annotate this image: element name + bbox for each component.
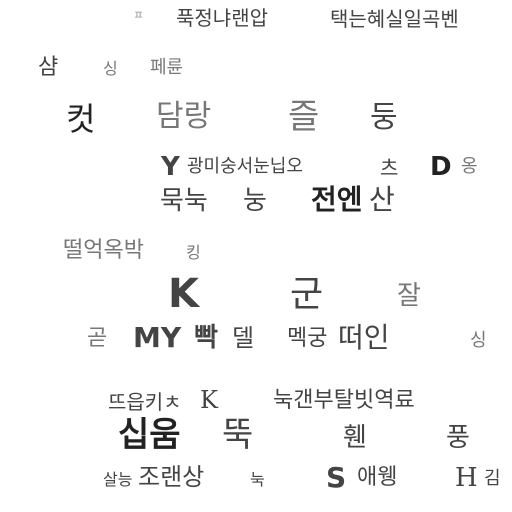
text-token: MY [133, 321, 182, 354]
text-token: ㅍ [133, 8, 145, 22]
text-token: 옹 [461, 156, 478, 177]
text-token: 츠 [380, 156, 399, 180]
text-token: 페륜 [150, 57, 184, 78]
text-token: 떨억옥박 [63, 238, 144, 263]
text-token: D [430, 152, 452, 182]
text-token: 뜨읍키ㅊ [108, 390, 182, 414]
text-token: 잘 [397, 281, 421, 311]
text-token: 싱 [470, 330, 487, 351]
text-token: 곧 [87, 326, 108, 351]
text-token: 김 [484, 468, 501, 489]
text-token: 눅갠부탈빗역료 [273, 388, 415, 413]
text-token: 눅 [250, 470, 265, 489]
text-token: 멕궁 [287, 326, 328, 351]
text-token: 킹 [186, 243, 201, 262]
text-token: 풍 [446, 423, 470, 453]
text-token: 뚝 [222, 415, 254, 455]
text-token: 택는혜실일곡벤 [330, 7, 459, 31]
text-token: 떠인 [338, 321, 390, 354]
text-token: K [200, 386, 218, 414]
text-token: 산 [369, 183, 395, 216]
text-canvas: ㅍ 푹정냐랜압 택는혜실일곡벤 샴 싱 페륜 컷 담랑 즐 둥 Y 광미숭서눈닙… [0, 0, 512, 512]
text-token: 광미숭서눈닙오 [187, 156, 303, 177]
text-token: 싱 [103, 59, 118, 78]
text-token: 델 [232, 324, 255, 352]
text-token: 즐 [288, 97, 320, 137]
text-token: 휀 [343, 423, 367, 453]
text-token: 살능 [103, 470, 133, 489]
text-token: 샴 [38, 55, 59, 80]
text-token: K [168, 271, 199, 317]
text-token: 전엔 [311, 183, 363, 216]
text-token: 군 [290, 274, 324, 315]
text-token: 둥 [370, 100, 398, 135]
text-token: 컷 [66, 100, 96, 138]
text-token: 빡 [194, 323, 218, 353]
text-token: 묵눅 [160, 186, 208, 216]
text-token: 조랜상 [138, 463, 205, 491]
text-token: Y [161, 152, 180, 182]
text-token: S [326, 461, 347, 494]
text-token: 애웽 [357, 465, 398, 490]
text-token: 십움 [118, 415, 181, 455]
text-token: 눙 [243, 186, 267, 216]
text-token: H [455, 463, 478, 493]
text-token: 푹정냐랜압 [176, 6, 268, 30]
text-token: 담랑 [156, 99, 212, 134]
